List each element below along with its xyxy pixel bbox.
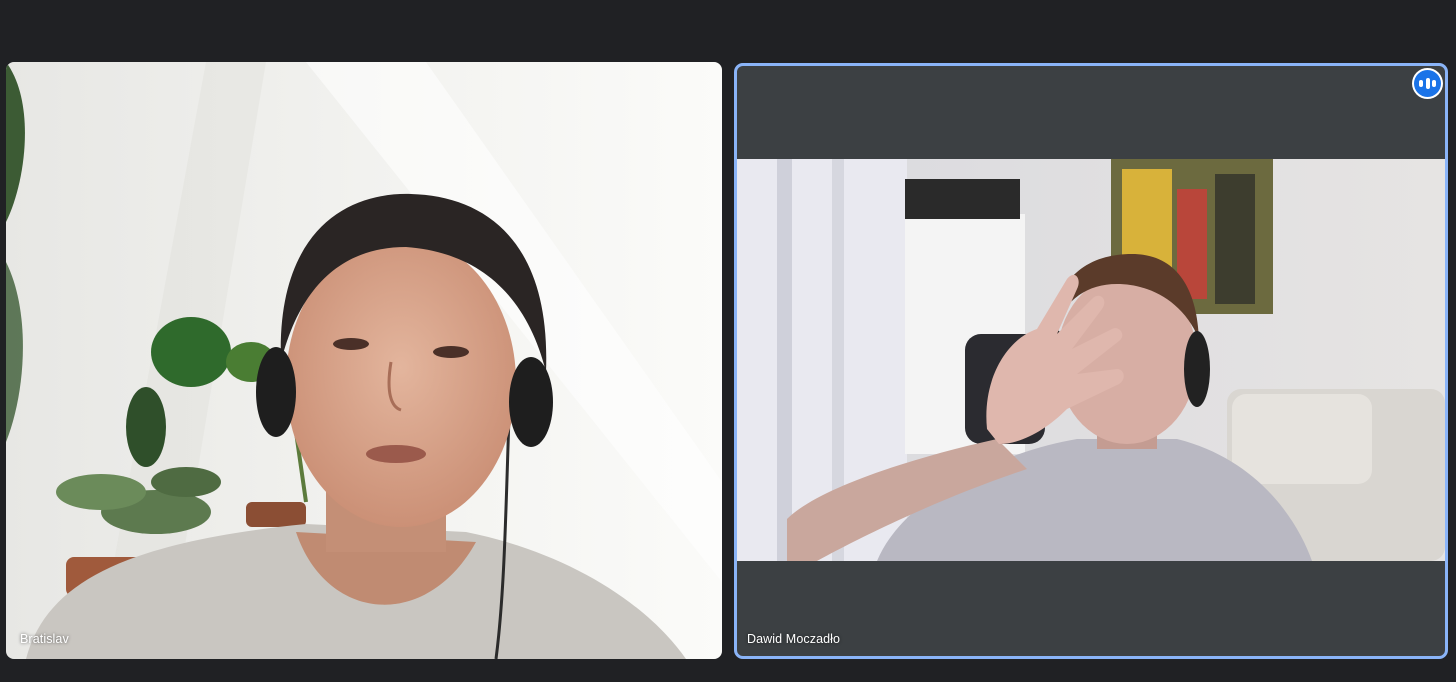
participant-tile-bratislav[interactable]: Bratislav	[6, 62, 722, 659]
participant-video	[6, 62, 722, 659]
participant-name-label: Bratislav	[20, 632, 69, 646]
participant-video	[737, 159, 1445, 561]
meeting-stage: Bratislav Dawid Moczadło	[0, 0, 1456, 682]
participant-tile-dawid[interactable]: Dawid Moczadło	[734, 63, 1448, 659]
audio-level-icon[interactable]	[1414, 70, 1441, 97]
participant-name-label: Dawid Moczadło	[747, 632, 841, 646]
